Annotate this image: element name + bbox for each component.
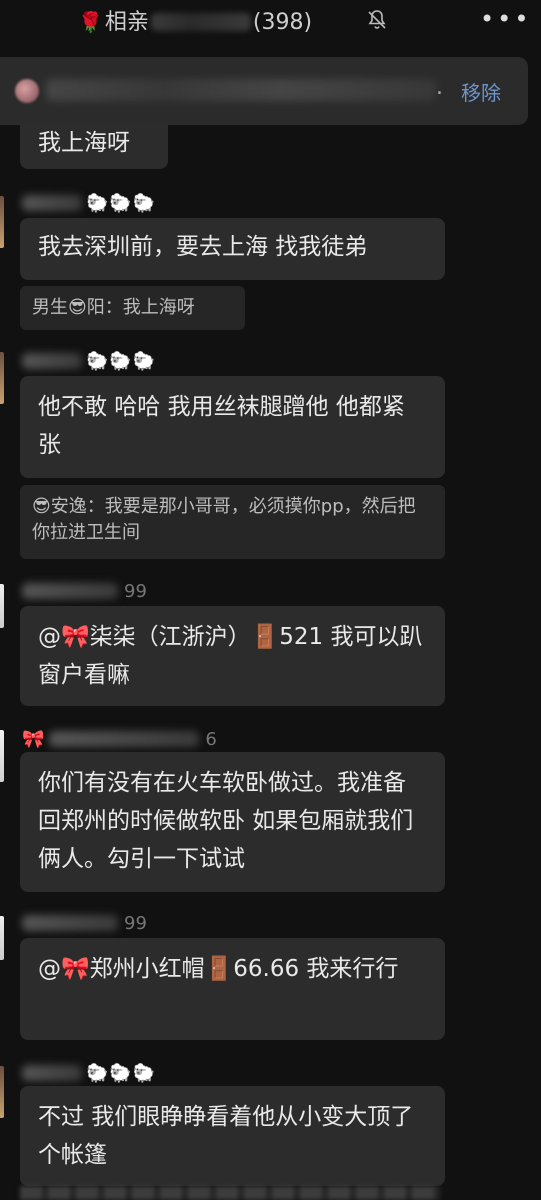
avatar[interactable] [0,1066,4,1118]
avatar[interactable] [0,352,4,404]
message-text: 他不敢 哈哈 我用丝袜腿蹭他 他都紧张 [38,394,405,458]
sender-name[interactable]: 99 [22,910,147,936]
chat-title[interactable]: 🌹相亲 (398) [78,4,312,36]
sender-name-emoji: 🐑🐑🐑 [86,350,157,372]
message-bubble[interactable]: 你们有没有在火车软卧做过。我准备回郑州的时候做软卧 如果包厢就我们俩人。勾引一下… [20,752,445,892]
blurred-name [22,353,82,369]
more-options-icon[interactable]: ••• [480,5,531,33]
rose-icon: 🌹 [78,10,103,34]
message-bubble[interactable]: 我去深圳前，要去上海 找我徒弟 [20,218,445,280]
message-text: 你们有没有在火车软卧做过。我准备回郑州的时候做软卧 如果包厢就我们俩人。勾引一下… [38,770,414,872]
sender-name-emoji: 🐑🐑🐑 [86,1062,157,1084]
mute-bell-icon [368,10,386,29]
chat-title-prefix: 相亲 [104,10,149,35]
blurred-name [22,1065,82,1081]
member-count: (398) [252,10,313,35]
avatar[interactable] [0,196,4,248]
blurred-name [22,195,82,211]
avatar[interactable] [0,916,4,960]
sender-name[interactable]: 🐑🐑🐑 [22,348,156,374]
message-text: 我上海呀 [38,130,130,156]
remove-button[interactable]: 移除 [461,77,501,106]
avatar[interactable] [0,730,4,782]
message-bubble[interactable]: 不过 我们眼睁睁看着他从小变大顶了个帐篷 [20,1086,445,1186]
sender-name-emoji: 🎀 [22,728,46,750]
blurred-notice-text [46,79,436,101]
blurred-name [49,731,200,747]
message-text: @🎀郑州小红帽🚪66.66 我来行行 [38,956,399,982]
message-bubble[interactable]: 他不敢 哈哈 我用丝袜腿蹭他 他都紧张 [20,376,445,478]
sender-name-suffix: 99 [124,912,147,934]
message-bubble[interactable]: @🎀柒柒（江浙沪）🚪521 我可以趴窗户看嘛 [20,606,445,706]
blurred-name [22,915,118,931]
notice-ellipsis: . [436,75,443,100]
sender-name[interactable]: 🐑🐑🐑 [22,190,156,216]
quote-text: 男生😎阳：我上海呀 [32,297,195,318]
quote-text: 😎安逸：我要是那小哥哥，必须摸你pp，然后把你拉进卫生间 [32,496,416,543]
chat-header: 🌹相亲 (398) ••• [0,0,541,44]
avatar[interactable] [0,584,4,628]
sender-name[interactable]: 99 [22,578,147,604]
message-bubble[interactable]: @🎀郑州小红帽🚪66.66 我来行行 [20,938,445,1040]
blurred-name [22,583,118,599]
message-bubble[interactable]: 我上海呀 [20,125,168,169]
sender-name[interactable]: 🐑🐑🐑 [22,1060,156,1086]
quoted-reply[interactable]: 男生😎阳：我上海呀 [20,286,245,330]
message-text: @🎀柒柒（江浙沪）🚪521 我可以趴窗户看嘛 [38,624,423,688]
quoted-reply[interactable]: 😎安逸：我要是那小哥哥，必须摸你pp，然后把你拉进卫生间 [20,485,445,559]
sender-name-suffix: 6 [205,728,217,750]
message-text: 我去深圳前，要去上海 找我徒弟 [38,234,368,260]
sender-name-emoji: 🐑🐑🐑 [86,192,157,214]
sender-name[interactable]: 🎀 6 [22,726,217,752]
pinned-notice[interactable]: . 移除 [0,57,528,125]
notice-avatar [15,79,39,103]
cut-off-next-message [20,1186,440,1200]
message-text: 不过 我们眼睁睁看着他从小变大顶了个帐篷 [38,1104,414,1168]
sender-name-suffix: 99 [124,580,147,602]
blurred-title-segment [150,13,251,31]
